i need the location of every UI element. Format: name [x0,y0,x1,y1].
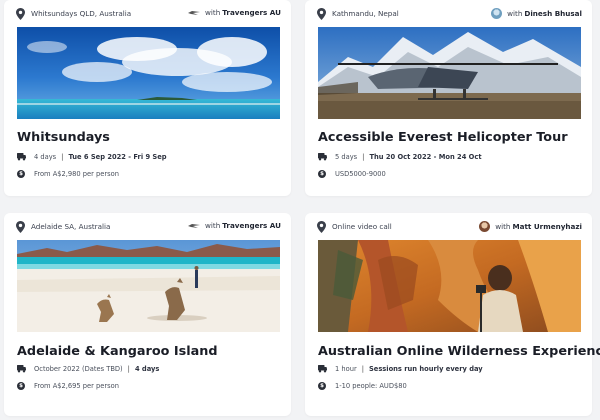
tour-dates: Thu 20 Oct 2022 - Mon 24 Oct [369,152,482,161]
tour-dates: Tue 6 Sep 2022 - Fri 9 Sep [68,152,167,161]
divider: | [362,152,365,161]
map-pin-icon [317,221,326,233]
host-info[interactable]: with Dinesh Bhusal [491,8,582,19]
tour-price-row: $ 1-10 people: AUD$80 [318,382,407,390]
travengers-logo-icon [188,10,201,15]
tour-price: USD5000-9000 [335,170,386,178]
host-prefix: with [205,221,221,230]
tour-location: Adelaide SA, Australia [31,222,111,231]
tour-title[interactable]: Accessible Everest Helicopter Tour [318,130,568,145]
tour-photo[interactable] [17,240,280,332]
divider: | [361,364,364,373]
tour-dates: Sessions run hourly every day [368,364,483,373]
van-icon [17,365,26,373]
tour-location: Kathmandu, Nepal [332,9,399,18]
host-prefix: with [495,222,511,231]
card-header: Adelaide SA, Australia with Travengers A… [16,220,281,236]
host-name[interactable]: Travengers AU [222,8,281,17]
van-icon [17,153,26,161]
tour-price: 1-10 people: AUD$80 [335,382,407,390]
host-prefix: with [205,8,221,17]
map-pin-icon [317,8,326,20]
tour-price-row: $ From A$2,695 per person [17,382,119,390]
travengers-logo-icon [188,223,201,228]
tour-price: From A$2,980 per person [34,170,119,178]
dollar-icon: $ [318,382,326,390]
tour-photo[interactable] [17,27,280,119]
tour-photo[interactable] [318,240,581,332]
tour-dates: 4 days [134,364,160,373]
host-avatar [479,221,491,232]
tour-title[interactable]: Whitsundays [17,130,110,145]
card-header: Online video call with Matt Urmenyhazi [317,220,582,236]
tour-location: Online video call [332,222,392,231]
host-name[interactable]: Travengers AU [222,221,281,230]
divider: | [61,152,64,161]
dollar-icon: $ [17,170,25,178]
host-avatar [491,8,503,19]
tour-title[interactable]: Adelaide & Kangaroo Island [17,344,218,359]
tour-duration: October 2022 (Dates TBD) [34,364,123,373]
tour-price-row: $ From A$2,980 per person [17,170,119,178]
divider: | [127,364,130,373]
tour-duration-row: 1 hour | Sessions run hourly every day [318,364,483,373]
tour-duration: 5 days [335,152,358,161]
host-info[interactable]: with Matt Urmenyhazi [479,221,582,232]
map-pin-icon [16,8,25,20]
tour-duration: 4 days [34,152,57,161]
tour-photo[interactable] [318,27,581,119]
host-name[interactable]: Matt Urmenyhazi [512,222,582,231]
card-header: Whitsundays QLD, Australia with Travenge… [16,7,281,23]
tour-location: Whitsundays QLD, Australia [31,9,132,18]
tour-card[interactable]: Online video call with Matt Urmenyhazi A… [305,213,600,416]
dollar-icon: $ [17,382,25,390]
host-info[interactable]: with Travengers AU [188,8,281,17]
host-info[interactable]: with Travengers AU [188,221,281,230]
van-icon [318,153,327,161]
tour-card[interactable]: Whitsundays QLD, Australia with Travenge… [4,0,291,196]
tour-price: From A$2,695 per person [34,382,119,390]
host-name[interactable]: Dinesh Bhusal [524,9,582,18]
map-pin-icon [16,221,25,233]
tour-card[interactable]: Kathmandu, Nepal with Dinesh Bhusal Acce… [305,0,592,196]
tour-duration-row: 5 days | Thu 20 Oct 2022 - Mon 24 Oct [318,152,482,161]
card-header: Kathmandu, Nepal with Dinesh Bhusal [317,7,582,23]
tour-duration-row: 4 days | Tue 6 Sep 2022 - Fri 9 Sep [17,152,167,161]
tour-price-row: $ USD5000-9000 [318,170,386,178]
tour-duration-row: October 2022 (Dates TBD) | 4 days [17,364,159,373]
host-prefix: with [507,9,523,18]
van-icon [318,365,327,373]
dollar-icon: $ [318,170,326,178]
tour-duration: 1 hour [335,364,357,373]
tour-card[interactable]: Adelaide SA, Australia with Travengers A… [4,213,291,416]
tour-title[interactable]: Australian Online Wilderness Experience [318,344,600,359]
